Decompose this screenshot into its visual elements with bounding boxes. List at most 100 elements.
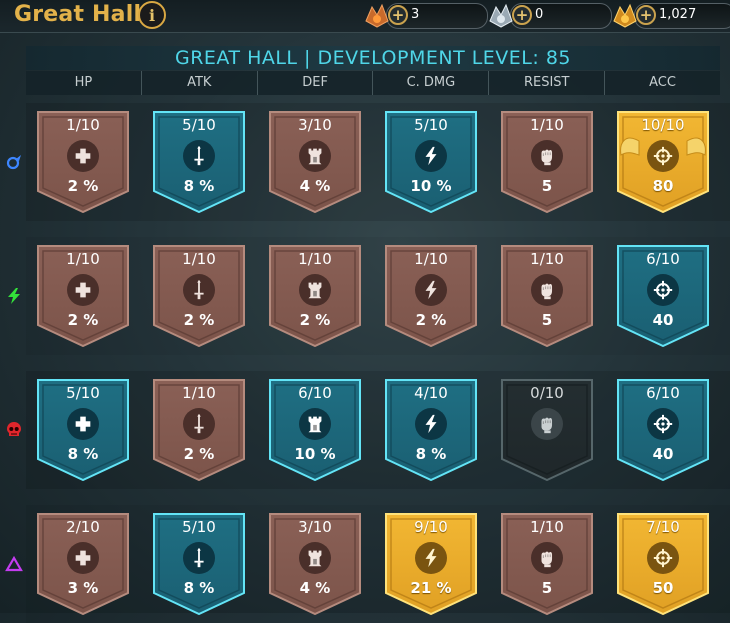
atk-sword-icon	[183, 408, 215, 440]
crit-dmg-bolt-icon	[415, 542, 447, 574]
bonus-value: 2 %	[67, 177, 99, 195]
upgrade-level: 5/10	[66, 384, 100, 402]
resource-value: 3	[411, 7, 420, 22]
upgrade-level: 2/10	[66, 518, 100, 536]
bonus-card-c-dmg[interactable]: 5/10 10 %	[385, 111, 477, 213]
bonus-value: 5	[541, 579, 553, 597]
force-affinity-icon	[5, 287, 23, 305]
acc-crosshair-icon	[647, 542, 679, 574]
def-tower-icon	[299, 274, 331, 306]
column-header-def: DEF	[258, 71, 374, 95]
bonus-value: 5	[541, 177, 553, 195]
bonus-card-acc[interactable]: 10/10 80	[617, 111, 709, 213]
def-tower-icon	[299, 542, 331, 574]
upgrade-level: 1/10	[530, 116, 564, 134]
gold-emblem-icon	[613, 3, 637, 28]
upgrade-level: 1/10	[414, 250, 448, 268]
crit-dmg-bolt-icon	[415, 274, 447, 306]
bonus-value: 10 %	[294, 445, 336, 463]
bonus-value: 8 %	[67, 445, 99, 463]
development-level-title: GREAT HALL | DEVELOPMENT LEVEL: 85	[26, 46, 720, 70]
upgrade-level: 3/10	[298, 116, 332, 134]
resource-value: 0	[535, 7, 544, 22]
bonus-value: 2 %	[183, 445, 215, 463]
bonus-value: 80	[652, 177, 674, 195]
upgrade-level: 6/10	[646, 250, 680, 268]
bonus-value: 2 %	[67, 311, 99, 329]
bonus-value: 40	[652, 445, 674, 463]
bonus-value: 2 %	[415, 311, 447, 329]
resist-fist-icon	[531, 542, 563, 574]
bonus-card-atk[interactable]: 1/10 2 %	[153, 379, 245, 481]
bonus-card-atk[interactable]: 5/10 8 %	[153, 111, 245, 213]
void-affinity-icon	[5, 555, 23, 573]
bonus-value: 40	[652, 311, 674, 329]
bonus-card-acc[interactable]: 7/10 50	[617, 513, 709, 615]
bonus-card-resist[interactable]: 1/10 5	[501, 245, 593, 347]
atk-sword-icon	[183, 542, 215, 574]
bonus-value: 4 %	[299, 579, 331, 597]
bonus-card-hp[interactable]: 1/10 2 %	[37, 245, 129, 347]
resist-fist-icon	[531, 140, 563, 172]
bonus-card-atk[interactable]: 5/10 8 %	[153, 513, 245, 615]
bonus-card-acc[interactable]: 6/10 40	[617, 379, 709, 481]
bonus-value: 2 %	[183, 311, 215, 329]
bonus-card-acc[interactable]: 6/10 40	[617, 245, 709, 347]
bonus-card-resist[interactable]: 0/10	[501, 379, 593, 481]
upgrade-level: 1/10	[530, 250, 564, 268]
crit-dmg-bolt-icon	[415, 408, 447, 440]
bonus-card-resist[interactable]: 1/10 5	[501, 513, 593, 615]
acc-crosshair-icon	[647, 408, 679, 440]
resist-fist-icon	[531, 408, 563, 440]
bonus-value: 50	[652, 579, 674, 597]
page-title: Great Hall	[14, 2, 142, 27]
upgrade-level: 1/10	[66, 250, 100, 268]
bonus-card-def[interactable]: 3/10 4 %	[269, 111, 361, 213]
resist-fist-icon	[531, 274, 563, 306]
resource-value: 1,027	[659, 7, 697, 22]
hp-cross-icon	[67, 274, 99, 306]
bonus-card-def[interactable]: 6/10 10 %	[269, 379, 361, 481]
upgrade-level: 10/10	[641, 116, 685, 134]
hp-cross-icon	[67, 140, 99, 172]
acc-crosshair-icon	[647, 274, 679, 306]
column-header-resist: RESIST	[489, 71, 606, 95]
def-tower-icon	[299, 140, 331, 172]
bonus-card-c-dmg[interactable]: 9/10 21 %	[385, 513, 477, 615]
upgrade-level: 4/10	[414, 384, 448, 402]
bonus-value: 4 %	[299, 177, 331, 195]
bronze-emblem-icon	[365, 3, 389, 28]
def-tower-icon	[299, 408, 331, 440]
upgrade-level: 1/10	[530, 518, 564, 536]
bonus-value: 21 %	[410, 579, 452, 597]
bonus-value: 3 %	[67, 579, 99, 597]
bonus-value: 8 %	[183, 177, 215, 195]
bonus-card-resist[interactable]: 1/10 5	[501, 111, 593, 213]
upgrade-level: 6/10	[646, 384, 680, 402]
upgrade-level: 5/10	[414, 116, 448, 134]
bonus-card-def[interactable]: 3/10 4 %	[269, 513, 361, 615]
crit-dmg-bolt-icon	[415, 140, 447, 172]
bonus-value: 8 %	[415, 445, 447, 463]
upgrade-level: 7/10	[646, 518, 680, 536]
upgrade-level: 0/10	[530, 384, 564, 402]
spirit-affinity-icon	[5, 421, 23, 439]
bonus-card-hp[interactable]: 5/10 8 %	[37, 379, 129, 481]
bonus-card-hp[interactable]: 2/10 3 %	[37, 513, 129, 615]
info-button[interactable]: i	[138, 1, 166, 29]
bonus-card-hp[interactable]: 1/10 2 %	[37, 111, 129, 213]
top-bar: Great Hall i + 3 + 0 + 1,027	[0, 0, 730, 33]
upgrade-level: 5/10	[182, 116, 216, 134]
column-header-atk: ATK	[142, 71, 258, 95]
hp-cross-icon	[67, 408, 99, 440]
upgrade-level: 3/10	[298, 518, 332, 536]
upgrade-level: 1/10	[66, 116, 100, 134]
bonus-card-def[interactable]: 1/10 2 %	[269, 245, 361, 347]
silver-emblem-icon	[489, 3, 513, 28]
column-header-hp: HP	[26, 71, 142, 95]
upgrade-level: 1/10	[298, 250, 332, 268]
bonus-card-atk[interactable]: 1/10 2 %	[153, 245, 245, 347]
bonus-card-c-dmg[interactable]: 1/10 2 %	[385, 245, 477, 347]
upgrade-level: 1/10	[182, 250, 216, 268]
bonus-card-c-dmg[interactable]: 4/10 8 %	[385, 379, 477, 481]
